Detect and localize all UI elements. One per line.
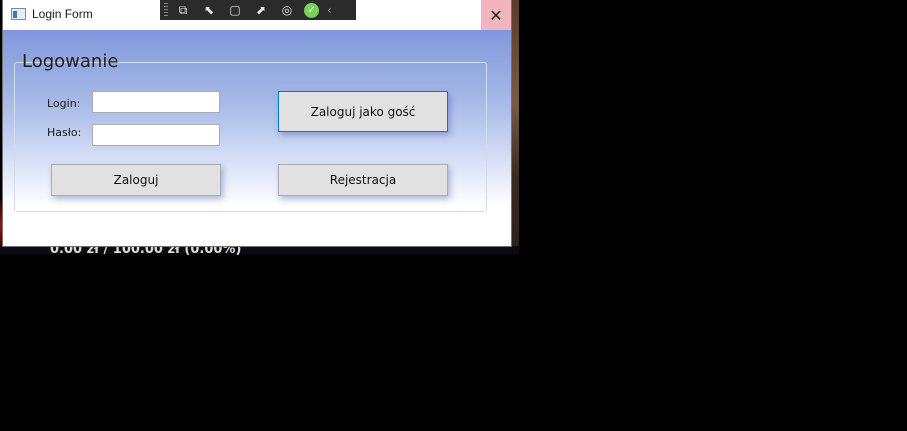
select-element-icon[interactable]: ⬉ <box>200 2 218 18</box>
toolbar-grip[interactable] <box>164 3 168 17</box>
check-icon[interactable]: ✓ <box>304 2 319 18</box>
close-icon: ✕ <box>489 5 503 25</box>
password-label: Hasło: <box>47 126 82 139</box>
background-window-edge <box>511 0 519 254</box>
go-to-live-visual-tree-icon[interactable]: ⧉ <box>174 2 192 18</box>
login-form-window: Login Form ✕ Logowanie Login: Hasło: Zal… <box>3 0 511 246</box>
app-window-icon <box>11 8 26 20</box>
track-focused-element-icon[interactable]: ⬈ <box>252 2 270 18</box>
group-title: Logowanie <box>22 51 119 72</box>
guest-login-button[interactable]: Zaloguj jako gość <box>278 91 448 132</box>
client-area: Logowanie Login: Hasło: Zaloguj jako goś… <box>3 30 511 246</box>
close-button[interactable]: ✕ <box>481 0 511 30</box>
xaml-debug-toolbar: ⧉ ⬉ ▢ ⬈ ◎ ✓ ‹ <box>160 0 356 20</box>
password-input[interactable] <box>92 124 220 146</box>
login-button[interactable]: Zaloguj <box>51 164 221 196</box>
display-layout-adorners-icon[interactable]: ▢ <box>226 2 244 18</box>
collapse-toolbar-icon[interactable]: ‹ <box>327 3 332 17</box>
register-button[interactable]: Rejestracja <box>278 164 448 196</box>
login-label: Login: <box>47 97 81 110</box>
hot-reload-icon[interactable]: ◎ <box>278 2 296 18</box>
window-title: Login Form <box>32 7 93 21</box>
login-input[interactable] <box>92 91 220 113</box>
